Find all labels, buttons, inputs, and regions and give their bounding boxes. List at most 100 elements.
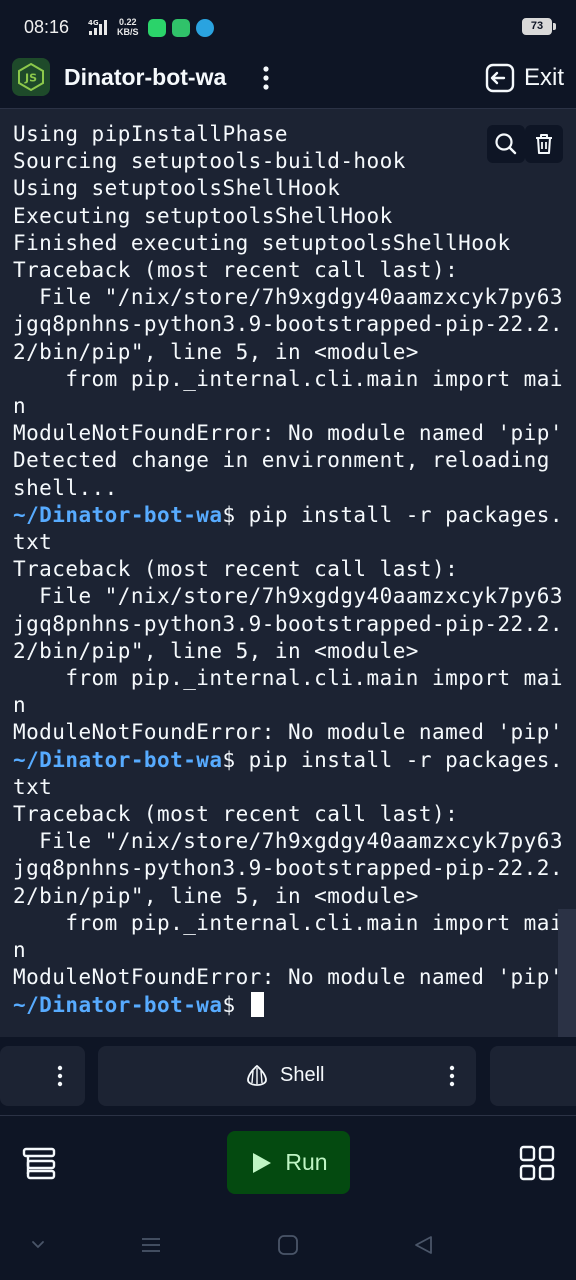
terminal-line: Traceback (most recent call last):: [13, 556, 563, 583]
signal-icon: 4G: [88, 19, 107, 35]
terminal-prompt-line: ~/Dinator-bot-wa$ pip install -r package…: [13, 502, 563, 529]
app-header: JS Dinator-bot-wa Exit: [0, 56, 576, 109]
nav-hide-icon[interactable]: [28, 1234, 48, 1254]
terminal-line-text: jgq8pnhns-python3.9-bootstrapped-pip-22.…: [13, 856, 563, 881]
terminal-scrollbar[interactable]: [558, 909, 576, 1037]
terminal-line-text: ModuleNotFoundError: No module named 'pi…: [13, 421, 563, 446]
tab-shell[interactable]: Shell: [98, 1046, 476, 1106]
terminal-line: 2/bin/pip", line 5, in <module>: [13, 638, 563, 665]
pane-tabs: Shell: [0, 1037, 576, 1116]
terminal-line-text: Detected change in environment, reloadin…: [13, 448, 550, 473]
terminal-line: Using pipInstallPhase: [13, 121, 563, 148]
terminal-line: jgq8pnhns-python3.9-bootstrapped-pip-22.…: [13, 311, 563, 338]
terminal-line-text: Executing setuptoolsShellHook: [13, 203, 393, 228]
files-icon[interactable]: [20, 1144, 58, 1182]
terminal-line-text: ModuleNotFoundError: No module named 'pi…: [13, 720, 563, 745]
apps-grid-icon[interactable]: [518, 1144, 556, 1182]
terminal-line: Using setuptoolsShellHook: [13, 175, 563, 202]
terminal-line: txt: [13, 774, 563, 801]
tab-shell-label-group: Shell: [244, 1062, 324, 1088]
terminal-line-text: Traceback (most recent call last):: [13, 258, 459, 283]
bottom-toolbar: Run: [0, 1116, 576, 1214]
exit-button[interactable]: Exit: [484, 58, 564, 98]
replit-mobile-screen: 08:16 4G 0.22 KB/S 73 JS Dinator-bot-wa: [0, 0, 576, 1280]
terminal-line-text: 2/bin/pip", line 5, in <module>: [13, 883, 419, 908]
nav-menu-icon[interactable]: [140, 1234, 162, 1256]
tab-left[interactable]: [0, 1046, 85, 1106]
tab-shell-options-icon[interactable]: [442, 1064, 462, 1088]
more-options-icon[interactable]: [256, 64, 276, 92]
terminal-line: Sourcing setuptools-build-hook: [13, 148, 563, 175]
terminal-prompt-line: ~/Dinator-bot-wa$: [13, 991, 563, 1019]
terminal-line: Detected change in environment, reloadin…: [13, 447, 563, 474]
terminal-line: txt: [13, 529, 563, 556]
terminal-line-text: txt: [13, 530, 53, 555]
terminal-prompt-line: ~/Dinator-bot-wa$ pip install -r package…: [13, 747, 563, 774]
terminal-line: n: [13, 393, 563, 420]
terminal-line: shell...: [13, 475, 563, 502]
play-icon: [253, 1152, 272, 1173]
nodejs-logo-icon[interactable]: JS: [12, 58, 50, 96]
terminal-line: Traceback (most recent call last):: [13, 801, 563, 828]
terminal-line-text: txt: [13, 774, 53, 799]
terminal-line-text: jgq8pnhns-python3.9-bootstrapped-pip-22.…: [13, 312, 563, 337]
terminal-line: File "/nix/store/7h9xgdgy40aamzxcyk7py63: [13, 284, 563, 311]
svg-text:JS: JS: [24, 72, 37, 85]
terminal-line-text: n: [13, 938, 27, 963]
terminal-line-text: Using pipInstallPhase: [13, 122, 288, 146]
battery-tip: [553, 23, 556, 30]
terminal-line-text: ModuleNotFoundError: No module named 'pi…: [13, 965, 563, 990]
nav-home-icon[interactable]: [277, 1234, 299, 1256]
terminal-line: Traceback (most recent call last):: [13, 257, 563, 284]
terminal-line-text: File "/nix/store/7h9xgdgy40aamzxcyk7py63: [13, 285, 563, 310]
status-bar: 08:16 4G 0.22 KB/S 73: [0, 0, 576, 56]
terminal-prompt-path: ~/Dinator-bot-wa: [13, 992, 223, 1017]
terminal-line-text: from pip._internal.cli.main import mai: [13, 666, 563, 691]
system-nav-bar: [0, 1214, 576, 1280]
terminal-line-text: $ pip install -r packages.: [222, 502, 563, 527]
terminal-line-text: n: [13, 693, 27, 718]
terminal-line-text: File "/nix/store/7h9xgdgy40aamzxcyk7py63: [13, 829, 563, 854]
terminal-line-text: n: [13, 394, 27, 419]
terminal-line-text: from pip._internal.cli.main import mai: [13, 910, 563, 935]
tab-right[interactable]: [490, 1046, 576, 1106]
tab-shell-label: Shell: [280, 1063, 325, 1086]
exit-label: Exit: [523, 64, 564, 91]
repl-title[interactable]: Dinator-bot-wa: [64, 64, 226, 91]
telegram-icon: [196, 19, 214, 37]
shell-terminal[interactable]: Using pipInstallPhase Sourcing setuptools…: [0, 109, 576, 1037]
terminal-line: from pip._internal.cli.main import mai: [13, 366, 563, 393]
terminal-line: File "/nix/store/7h9xgdgy40aamzxcyk7py63: [13, 583, 563, 610]
status-time: 08:16: [24, 17, 70, 37]
nav-back-icon[interactable]: [412, 1234, 434, 1256]
terminal-line: File "/nix/store/7h9xgdgy40aamzxcyk7py63: [13, 828, 563, 855]
terminal-line-text: Using setuptoolsShellHook: [13, 176, 341, 201]
terminal-line: jgq8pnhns-python3.9-bootstrapped-pip-22.…: [13, 611, 563, 638]
network-speed-unit: KB/S: [117, 27, 139, 37]
network-type: 4G: [88, 19, 99, 27]
terminal-line: ModuleNotFoundError: No module named 'pi…: [13, 420, 563, 447]
terminal-line-text: Traceback (most recent call last):: [13, 802, 459, 827]
terminal-line-text: shell...: [13, 475, 118, 500]
terminal-line: n: [13, 692, 563, 719]
terminal-line-text: Sourcing setuptools-build-hook: [13, 149, 406, 174]
terminal-line: from pip._internal.cli.main import mai: [13, 665, 563, 692]
terminal-prompt-path: ~/Dinator-bot-wa: [13, 502, 223, 527]
trash-icon: [536, 134, 552, 154]
terminal-line: 2/bin/pip", line 5, in <module>: [13, 339, 563, 366]
terminal-cursor[interactable]: [250, 991, 264, 1017]
terminal-search-button[interactable]: [487, 125, 525, 163]
terminal-prompt-path: ~/Dinator-bot-wa: [13, 747, 223, 772]
terminal-line: n: [13, 937, 563, 964]
terminal-line-text: 2/bin/pip", line 5, in <module>: [13, 638, 419, 663]
terminal-output[interactable]: Using pipInstallPhase Sourcing setuptools…: [13, 121, 563, 1019]
terminal-line: Executing setuptoolsShellHook: [13, 203, 563, 230]
tab-left-options-icon[interactable]: [50, 1064, 70, 1088]
terminal-clear-button[interactable]: [525, 125, 563, 163]
battery-icon: 73: [522, 18, 552, 35]
terminal-line-text: $: [222, 992, 249, 1017]
run-button[interactable]: Run: [227, 1131, 350, 1194]
terminal-line: ModuleNotFoundError: No module named 'pi…: [13, 719, 563, 746]
terminal-line-text: from pip._internal.cli.main import mai: [13, 366, 563, 391]
terminal-line: Finished executing setuptoolsShellHook: [13, 230, 563, 257]
